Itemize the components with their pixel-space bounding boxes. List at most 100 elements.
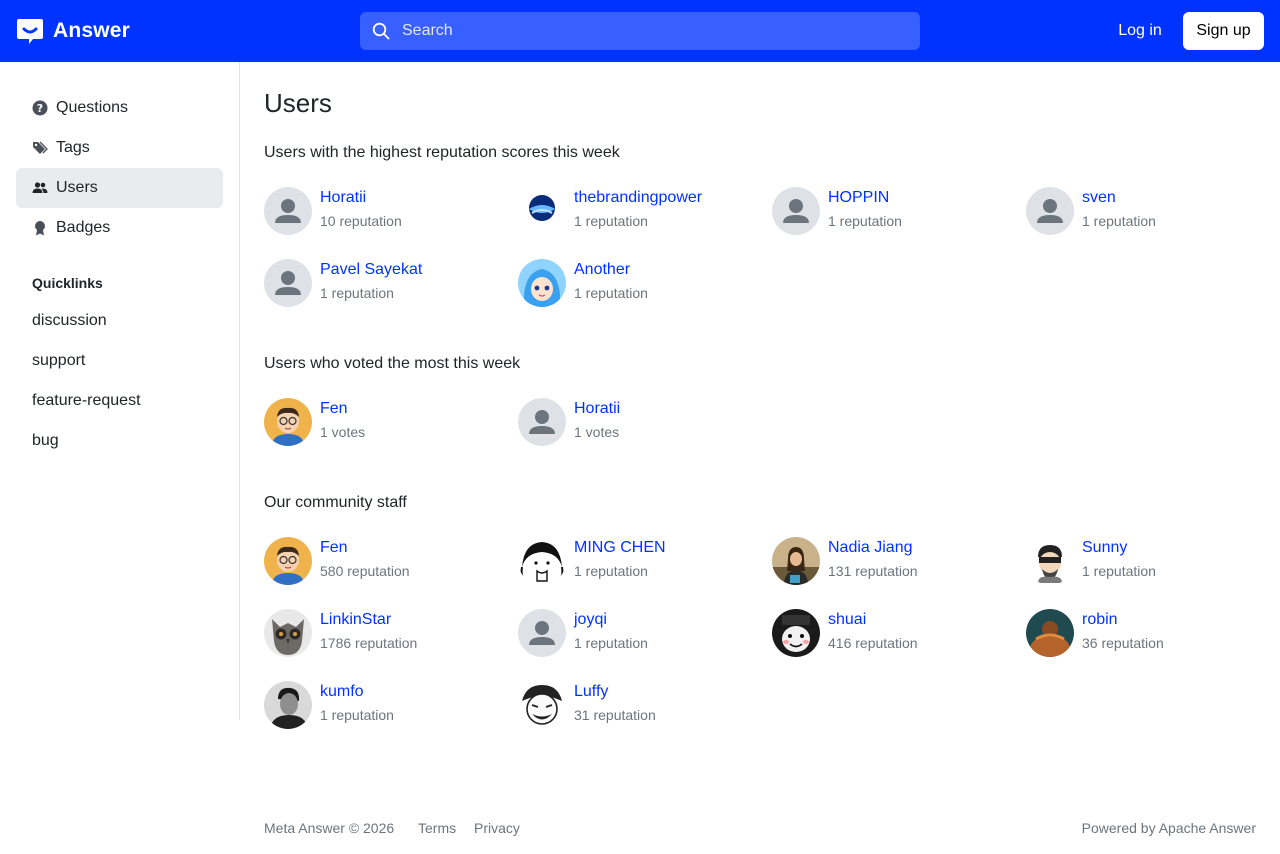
user-reputation: 1 reputation [574,285,648,301]
top-navbar: Answer Log in Sign up [0,0,1280,62]
quicklinks-heading: Quicklinks [32,275,103,291]
page-title: Users [264,88,332,118]
user-votes: 1 votes [320,424,366,440]
question-circle-icon: ? [32,100,48,116]
user-name-link[interactable]: Fen [320,400,348,418]
luffy-avatar[interactable] [518,681,566,729]
sidebar: ? Questions Tags Users Badges Quicklinks… [0,62,240,720]
quicklink-bug[interactable]: bug [16,421,223,461]
user-reputation: 1 reputation [574,563,648,579]
user-name-link[interactable]: MING CHEN [574,539,666,557]
quicklink-feature-request[interactable]: feature-request [16,381,223,421]
default-avatar[interactable] [264,187,312,235]
cartoon-avatar[interactable] [264,537,312,585]
user-name-link[interactable]: Another [574,261,630,279]
photo-avatar[interactable] [1026,609,1074,657]
user-name-link[interactable]: Nadia Jiang [828,539,913,557]
brand-logo[interactable]: Answer [16,17,130,45]
section-title-staff: Our community staff [264,494,407,511]
brand-name: Answer [53,19,131,42]
user-card: MING CHEN 1 reputation [518,537,758,587]
user-reputation: 1 reputation [1082,563,1156,579]
user-card: Another 1 reputation [518,259,758,309]
user-card: Pavel Sayekat 1 reputation [264,259,504,309]
user-reputation: 1 reputation [320,285,394,301]
user-name-link[interactable]: Pavel Sayekat [320,261,422,279]
user-name-link[interactable]: LinkinStar [320,611,391,629]
user-name-link[interactable]: joyqi [574,611,607,629]
user-card: Fen 580 reputation [264,537,504,587]
user-card: HOPPIN 1 reputation [772,187,1012,237]
footer: Meta Answer © 2026 Terms Privacy Powered… [264,820,1256,838]
user-card: thebrandingpower 1 reputation [518,187,758,237]
signup-button[interactable]: Sign up [1183,12,1264,50]
user-reputation: 1 reputation [828,213,902,229]
user-card: kumfo 1 reputation [264,681,504,731]
user-card: Horatii 10 reputation [264,187,504,237]
user-card: Luffy 31 reputation [518,681,758,731]
sidebar-item-label: Badges [56,219,111,236]
default-avatar[interactable] [1026,187,1074,235]
user-card: joyqi 1 reputation [518,609,758,659]
search-input[interactable] [402,12,902,50]
default-avatar[interactable] [518,609,566,657]
user-name-link[interactable]: HOPPIN [828,189,889,207]
user-reputation: 1 reputation [320,707,394,723]
user-name-link[interactable]: thebrandingpower [574,189,702,207]
user-votes: 1 votes [574,424,620,440]
footer-powered-by: Powered by Apache Answer [1081,820,1256,836]
quicklink-support[interactable]: support [16,341,223,381]
user-reputation: 580 reputation [320,563,410,579]
user-card: robin 36 reputation [1026,609,1266,659]
sidebar-item-tags[interactable]: Tags [16,128,223,168]
user-name-link[interactable]: Luffy [574,683,608,701]
user-reputation: 10 reputation [320,213,402,229]
user-card: sven 1 reputation [1026,187,1266,237]
sticker-avatar[interactable] [1026,537,1074,585]
quicklink-discussion[interactable]: discussion [16,301,223,341]
sidebar-item-label: Tags [56,139,90,156]
footer-terms-link[interactable]: Terms [418,820,456,836]
photo-avatar[interactable] [264,681,312,729]
owl-avatar[interactable] [264,609,312,657]
user-card: Fen 1 votes [264,398,504,448]
tags-icon [32,140,48,156]
sidebar-item-questions[interactable]: ? Questions [16,88,223,128]
svg-text:?: ? [37,102,43,115]
sidebar-item-badges[interactable]: Badges [16,208,223,248]
default-avatar[interactable] [264,259,312,307]
user-name-link[interactable]: shuai [828,611,866,629]
user-card: shuai 416 reputation [772,609,1012,659]
user-card: Horatii 1 votes [518,398,758,448]
cartoon-avatar[interactable] [264,398,312,446]
footer-copyright: Meta Answer © 2026 [264,820,395,836]
default-avatar[interactable] [518,398,566,446]
user-card: Sunny 1 reputation [1026,537,1266,587]
user-reputation: 1786 reputation [320,635,418,651]
default-avatar[interactable] [772,187,820,235]
user-reputation: 416 reputation [828,635,918,651]
brand-logo-avatar[interactable] [518,187,566,235]
user-name-link[interactable]: Sunny [1082,539,1127,557]
user-name-link[interactable]: Horatii [320,189,366,207]
user-reputation: 1 reputation [574,213,648,229]
user-reputation: 1 reputation [574,635,648,651]
user-reputation: 36 reputation [1082,635,1164,651]
user-reputation: 31 reputation [574,707,656,723]
search-icon [372,22,390,40]
user-name-link[interactable]: Horatii [574,400,620,418]
login-button[interactable]: Log in [1106,12,1174,50]
sidebar-item-users[interactable]: Users [16,168,223,208]
meme-avatar[interactable] [772,609,820,657]
sketch-avatar[interactable] [518,537,566,585]
sidebar-item-label: Users [56,179,98,196]
section-title-votes: Users who voted the most this week [264,355,521,372]
user-name-link[interactable]: kumfo [320,683,364,701]
anime-avatar[interactable] [518,259,566,307]
photo-avatar[interactable] [772,537,820,585]
answer-logo-icon [16,17,44,45]
user-name-link[interactable]: robin [1082,611,1118,629]
user-name-link[interactable]: Fen [320,539,348,557]
user-name-link[interactable]: sven [1082,189,1116,207]
footer-privacy-link[interactable]: Privacy [474,820,520,836]
